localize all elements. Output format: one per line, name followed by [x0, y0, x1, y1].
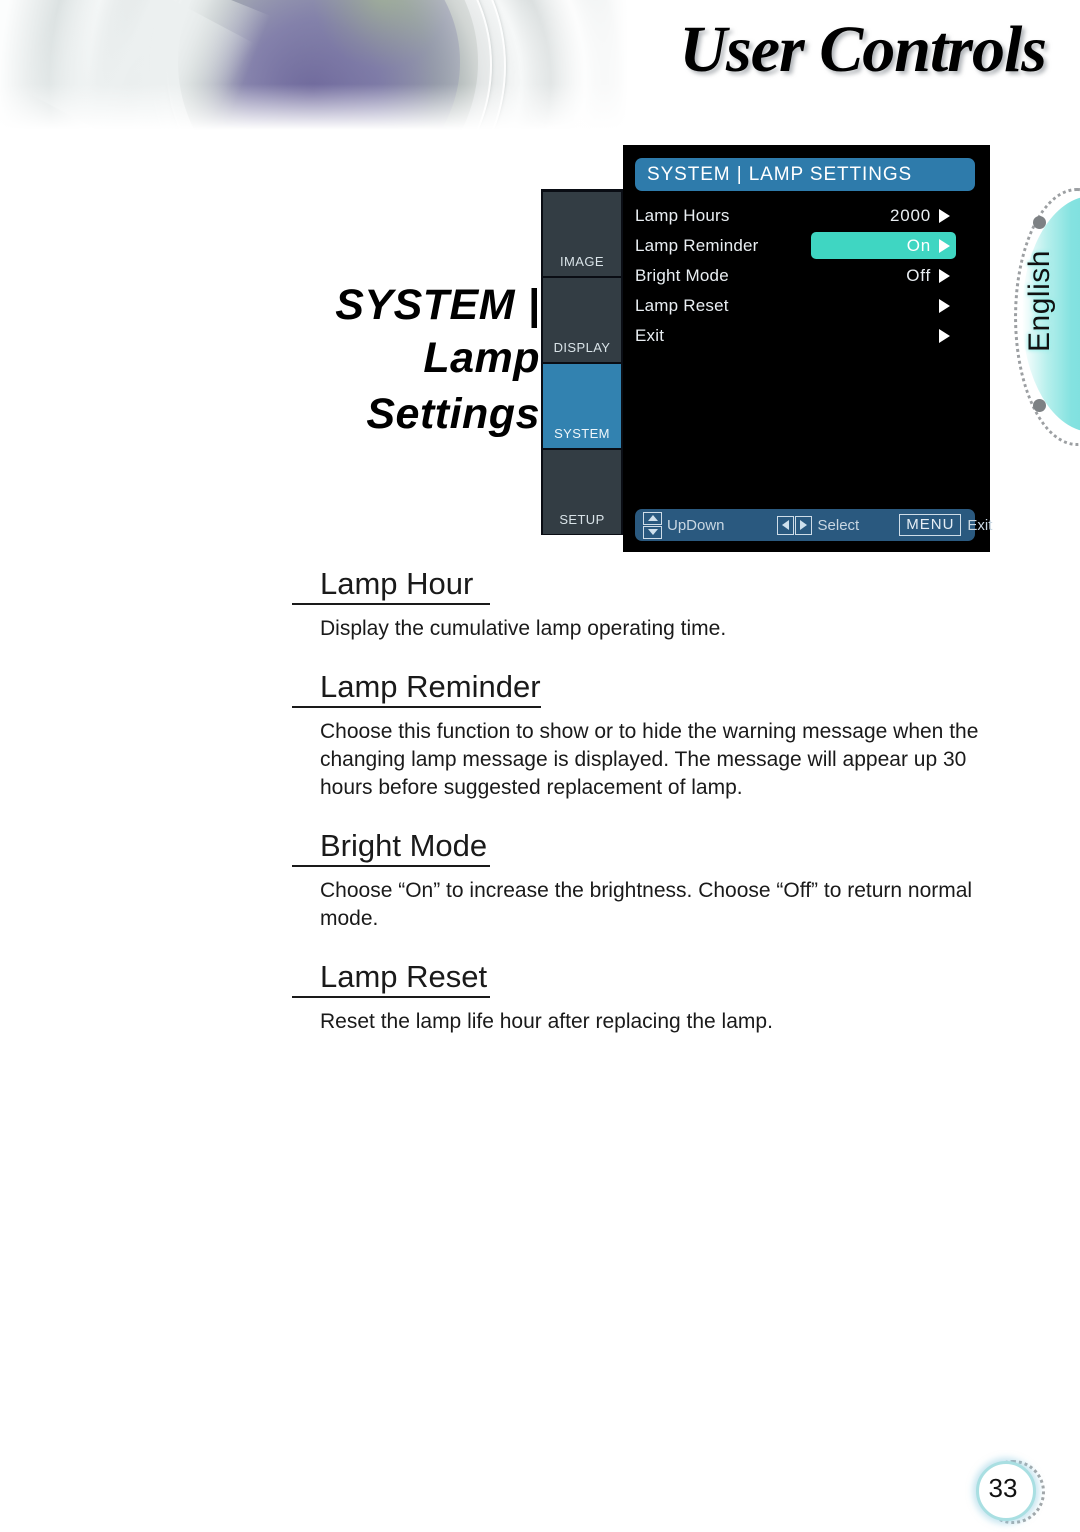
- osd-row-label: Lamp Reset: [635, 296, 729, 315]
- lens-streak-one: [15, 0, 255, 138]
- osd-hint-select: Select: [776, 515, 860, 535]
- section-body: Choose “On” to increase the brightness. …: [320, 879, 973, 930]
- right-arrow-icon[interactable]: [939, 269, 950, 283]
- page-title-line-2: Lamp Settings: [366, 334, 540, 438]
- osd-main-panel: SYSTEM | LAMP SETTINGS Lamp Hours 2000 L…: [623, 145, 992, 552]
- lens-glass-highlight: [196, 0, 460, 138]
- section-body: Display the cumulative lamp operating ti…: [320, 617, 727, 640]
- osd-hint-exit-label: Exit: [967, 516, 993, 534]
- section-heading: Lamp Reset: [292, 959, 490, 998]
- right-arrow-icon[interactable]: [939, 329, 950, 343]
- section-bright-mode: Bright Mode Choose “On” to increase the …: [292, 828, 1008, 933]
- section-heading: Bright Mode: [292, 828, 490, 867]
- osd-row-value: 2000: [889, 206, 931, 225]
- osd-row-lamp-reset[interactable]: Lamp Reset: [623, 291, 990, 321]
- section-body: Choose this function to show or to hide …: [320, 720, 979, 799]
- osd-sidebar: IMAGE DISPLAY SYSTEM SETUP: [541, 189, 623, 535]
- osd-hint-exit: MENU Exit: [899, 514, 992, 536]
- lens-fade-bottom: [0, 84, 640, 138]
- section-heading: Lamp Reminder: [292, 669, 541, 708]
- osd-row-value: Off: [906, 266, 931, 285]
- section-lamp-reminder: Lamp Reminder Choose this function to sh…: [292, 669, 1008, 802]
- lens-streak-two: [71, 0, 271, 138]
- osd-sidebar-item-system[interactable]: SYSTEM: [543, 364, 621, 448]
- menu-key-icon: MENU: [899, 514, 962, 536]
- osd-row-lamp-hours[interactable]: Lamp Hours 2000: [623, 201, 990, 231]
- up-down-arrows-icon: [643, 511, 662, 539]
- projector-lens-decoration: [0, 0, 640, 138]
- osd-hint-updown-label: UpDown: [667, 516, 725, 534]
- section-lamp-reset: Lamp Reset Reset the lamp life hour afte…: [292, 959, 1008, 1036]
- left-right-arrows-icon: [776, 515, 812, 535]
- osd-title-bar: SYSTEM | LAMP SETTINGS: [635, 158, 975, 191]
- osd-sidebar-label: SYSTEM: [554, 426, 610, 441]
- page-title-line-1: SYSTEM |: [335, 281, 540, 329]
- osd-sidebar-item-setup[interactable]: SETUP: [543, 450, 621, 534]
- language-side-tab: English: [1008, 188, 1080, 446]
- page-header-title: User Controls: [679, 13, 1047, 86]
- content-sections: Lamp Hour Display the cumulative lamp op…: [292, 566, 1008, 1062]
- osd-hint-updown: UpDown: [643, 511, 725, 539]
- page-title: SYSTEM | Lamp Settings: [300, 280, 540, 442]
- osd-sidebar-label: IMAGE: [560, 254, 604, 269]
- section-body: Reset the lamp life hour after replacing…: [320, 1010, 773, 1033]
- osd-row-label: Lamp Reminder: [635, 236, 759, 255]
- osd-footer-hints: UpDown Select MENU Exit: [635, 509, 992, 541]
- lens-ring-mid: [166, 0, 492, 138]
- page-number-text: 33: [988, 1472, 1018, 1503]
- section-heading: Lamp Hour: [292, 566, 490, 605]
- osd-row-exit[interactable]: Exit: [623, 321, 990, 351]
- side-tab-dot-bottom: [1033, 399, 1046, 412]
- osd-row-label: Exit: [635, 326, 665, 345]
- right-arrow-icon[interactable]: [939, 299, 950, 313]
- osd-hint-select-label: Select: [817, 516, 860, 534]
- osd-sidebar-label: SETUP: [559, 512, 605, 527]
- osd-row-label: Bright Mode: [635, 266, 729, 285]
- lens-glass-element: [178, 0, 478, 138]
- lens-ring-outer: [150, 0, 506, 138]
- osd-sidebar-item-display[interactable]: DISPLAY: [543, 278, 621, 362]
- osd-sidebar-item-image[interactable]: IMAGE: [543, 192, 621, 276]
- osd-title-text: SYSTEM | LAMP SETTINGS: [647, 163, 913, 185]
- osd-row-bright-mode[interactable]: Bright Mode Off: [623, 261, 990, 291]
- osd-sidebar-label: DISPLAY: [553, 340, 611, 355]
- section-lamp-hour: Lamp Hour Display the cumulative lamp op…: [292, 566, 1008, 643]
- right-arrow-icon[interactable]: [939, 239, 950, 253]
- language-label: English: [1023, 250, 1056, 352]
- osd-row-label: Lamp Hours: [635, 206, 730, 225]
- lens-barrel-shape: [0, 0, 640, 138]
- osd-option-list: Lamp Hours 2000 Lamp Reminder On Bright …: [623, 201, 990, 351]
- right-arrow-icon[interactable]: [939, 209, 950, 223]
- osd-row-value: On: [906, 236, 931, 255]
- lens-fade-right: [520, 0, 640, 138]
- osd-row-lamp-reminder[interactable]: Lamp Reminder On: [623, 231, 990, 261]
- page-number-badge: 33: [976, 1460, 1045, 1524]
